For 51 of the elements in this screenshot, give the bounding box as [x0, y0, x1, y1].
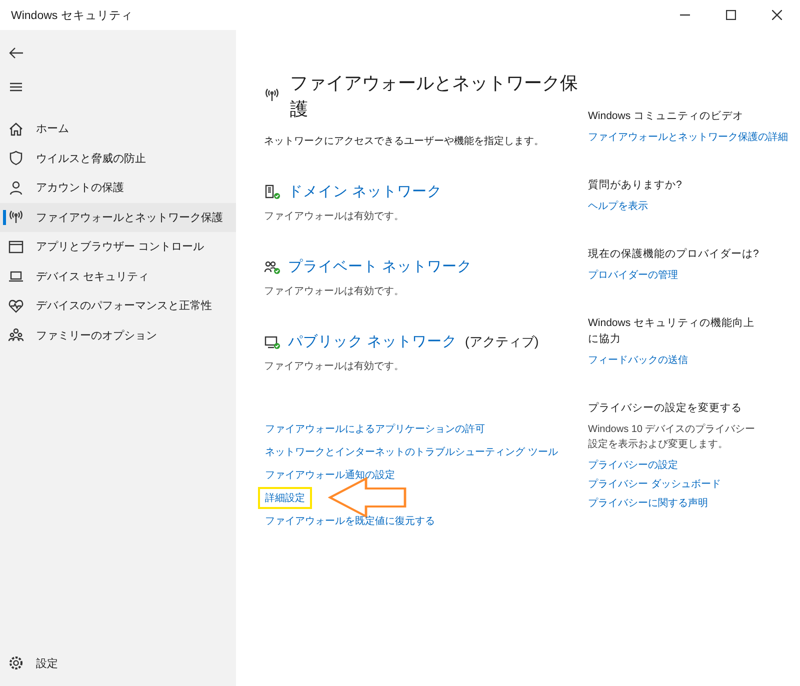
firewall-status: ファイアウォールは有効です。 — [264, 284, 404, 298]
family-icon — [8, 327, 24, 344]
section-heading: Windows セキュリティの機能向上に協力 — [588, 316, 756, 347]
settings-link[interactable]: ファイアウォールを既定値に復元する — [258, 510, 442, 532]
nav-item[interactable]: デバイス セキュリティ — [0, 262, 236, 291]
help-link[interactable]: ヘルプを表示 — [588, 197, 648, 216]
back-arrow-icon — [8, 45, 24, 61]
settings-link[interactable]: ファイアウォールによるアプリケーションの許可 — [258, 418, 492, 440]
home-icon — [8, 120, 24, 137]
people-check-icon — [264, 258, 280, 274]
settings-link[interactable]: ネットワークとインターネットのトラブルシューティング ツール — [258, 440, 565, 462]
close-icon — [772, 10, 782, 20]
browser-window-icon — [8, 238, 24, 255]
help-link[interactable]: プライバシーに関する声明 — [588, 494, 708, 513]
person-icon — [8, 180, 24, 196]
section-heading: プライバシーの設定を変更する — [588, 401, 743, 416]
section-description: Windows 10 デバイスのプライバシー設定を表示および変更します。 — [588, 422, 756, 452]
help-link[interactable]: プロバイダーの管理 — [588, 266, 678, 285]
help-link[interactable]: ファイアウォールとネットワーク保護の詳細 — [588, 128, 788, 147]
server-check-icon — [264, 184, 280, 200]
help-link[interactable]: フィードバックの送信 — [588, 351, 688, 370]
nav-item[interactable]: ファミリーのオプション — [0, 320, 236, 350]
antenna-icon — [8, 209, 24, 226]
monitor-check-icon — [264, 334, 280, 350]
section-heading: Windows コミュニティのビデオ — [588, 109, 745, 124]
window-title: Windows セキュリティ — [11, 8, 134, 22]
section-heading: 現在の保護機能のプロバイダーは? — [588, 247, 760, 262]
settings-icon — [8, 655, 24, 672]
page-description: ネットワークにアクセスできるユーザーや機能を指定します。 — [264, 134, 544, 148]
shield-icon — [8, 150, 24, 166]
help-link[interactable]: プライバシーの設定 — [588, 456, 678, 475]
nav-item[interactable]: ファイアウォールとネットワーク保護 — [0, 202, 236, 232]
firewall-status: ファイアウォールは有効です。 — [264, 360, 404, 373]
active-label: (アクティブ) — [465, 332, 539, 350]
firewall-status: ファイアウォールは有効です。 — [264, 210, 404, 223]
settings-item[interactable]: 設定 — [0, 648, 236, 678]
nav-item[interactable]: ウイルスと脅威の防止 — [0, 144, 236, 173]
nav-item[interactable]: デバイスのパフォーマンスと正常性 — [0, 291, 236, 320]
maximize-icon — [726, 10, 736, 20]
page-title: ファイアウォールとネットワーク保護 — [290, 72, 579, 121]
nav-item[interactable]: アカウントの保護 — [0, 173, 236, 202]
nav-item[interactable]: ホーム — [0, 114, 236, 144]
section-heading: 質問がありますか? — [588, 178, 683, 193]
network-link[interactable]: パブリック ネットワーク — [288, 332, 458, 351]
help-link[interactable]: プライバシー ダッシュボード — [588, 475, 721, 494]
settings-link[interactable]: 詳細設定 — [258, 486, 312, 508]
network-link[interactable]: ドメイン ネットワーク — [288, 182, 442, 201]
nav-item[interactable]: アプリとブラウザー コントロール — [0, 232, 236, 262]
network-link[interactable]: プライベート ネットワーク — [288, 257, 472, 276]
heart-icon — [8, 298, 24, 314]
settings-link[interactable]: ファイアウォール通知の設定 — [258, 464, 402, 486]
